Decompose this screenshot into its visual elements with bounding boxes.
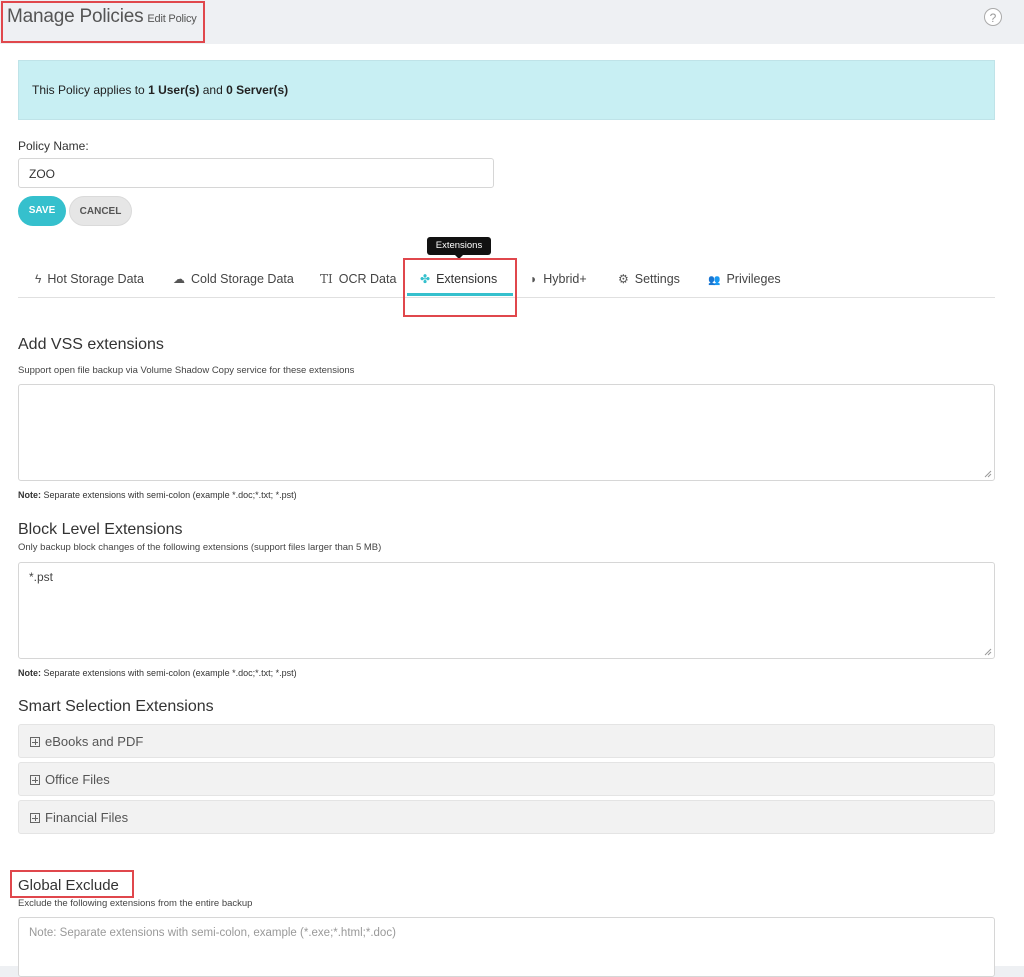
tab-label: OCR Data — [338, 272, 397, 286]
resize-handle-icon[interactable] — [984, 648, 992, 656]
tab-label: Hybrid+ — [543, 272, 587, 286]
help-icon[interactable]: ? — [984, 8, 1002, 26]
banner-prefix: This Policy applies to — [32, 83, 149, 97]
block-level-title: Block Level Extensions — [18, 521, 183, 538]
tab-label: Cold Storage Data — [191, 272, 294, 286]
vss-extensions-textarea[interactable] — [18, 384, 995, 481]
expand-plus-icon — [30, 737, 40, 747]
vss-description: Support open file backup via Volume Shad… — [18, 365, 355, 376]
accordion-label: Financial Files — [45, 810, 129, 825]
vss-note-label: Note: — [18, 490, 41, 500]
tab-label: Settings — [634, 272, 680, 286]
extensions-tooltip: Extensions — [427, 237, 491, 255]
gears-icon: ⚙ — [618, 272, 629, 286]
global-exclude-placeholder: Note: Separate extensions with semi-colo… — [29, 927, 396, 939]
accordion-ebooks-pdf[interactable]: eBooks and PDF — [18, 724, 995, 758]
block-level-textarea[interactable]: *.pst — [18, 562, 995, 659]
banner-middle: and — [199, 83, 227, 97]
accordion-financial-files[interactable]: Financial Files — [18, 800, 995, 834]
policy-name-input[interactable]: ZOO — [18, 158, 494, 188]
tab-ocr-data[interactable]: TI OCR Data — [320, 272, 396, 286]
tab-hybrid[interactable]: ◗ Hybrid+ — [530, 272, 587, 286]
vss-note-text: Separate extensions with semi-colon (exa… — [41, 490, 297, 500]
shield-icon: ◗ — [530, 272, 538, 286]
policy-info-banner: This Policy applies to 1 User(s) and 0 S… — [18, 60, 995, 120]
tab-label: Hot Storage Data — [47, 272, 144, 286]
accordion-label: eBooks and PDF — [45, 734, 144, 749]
cancel-button[interactable]: CANCEL — [69, 196, 132, 226]
block-note-text: Separate extensions with semi-colon (exa… — [41, 668, 297, 678]
banner-servers: 0 Server(s) — [226, 83, 289, 97]
cloud-icon: ☁ — [173, 272, 185, 286]
block-level-value: *.pst — [29, 570, 54, 584]
resize-handle-icon[interactable] — [984, 470, 992, 478]
expand-plus-icon — [30, 813, 40, 823]
block-level-description: Only backup block changes of the followi… — [18, 542, 382, 553]
text-icon: TI — [320, 272, 333, 286]
vss-note: Note: Separate extensions with semi-colo… — [18, 490, 297, 500]
highlight-global-exclude — [10, 870, 134, 898]
users-icon: 👥 — [708, 275, 721, 286]
expand-plus-icon — [30, 775, 40, 785]
banner-users: 1 User(s) — [148, 83, 200, 97]
tab-label: Privileges — [726, 272, 781, 286]
highlight-title — [1, 1, 205, 43]
smart-selection-title: Smart Selection Extensions — [18, 698, 214, 715]
block-level-note: Note: Separate extensions with semi-colo… — [18, 668, 297, 678]
global-exclude-description: Exclude the following extensions from th… — [18, 898, 253, 909]
tab-hot-storage[interactable]: ϟ Hot Storage Data — [35, 272, 144, 286]
accordion-label: Office Files — [45, 772, 110, 787]
save-button[interactable]: SAVE — [18, 196, 66, 226]
accordion-office-files[interactable]: Office Files — [18, 762, 995, 796]
block-note-label: Note: — [18, 668, 41, 678]
tab-privileges[interactable]: 👥 Privileges — [708, 272, 781, 286]
highlight-extensions-tab — [403, 258, 517, 317]
tab-cold-storage[interactable]: ☁ Cold Storage Data — [173, 272, 294, 286]
lightning-icon: ϟ — [35, 272, 42, 286]
tab-settings[interactable]: ⚙ Settings — [618, 272, 680, 286]
policy-name-label: Policy Name: — [18, 139, 89, 153]
vss-title: Add VSS extensions — [18, 336, 164, 353]
global-exclude-textarea[interactable]: Note: Separate extensions with semi-colo… — [18, 917, 995, 977]
